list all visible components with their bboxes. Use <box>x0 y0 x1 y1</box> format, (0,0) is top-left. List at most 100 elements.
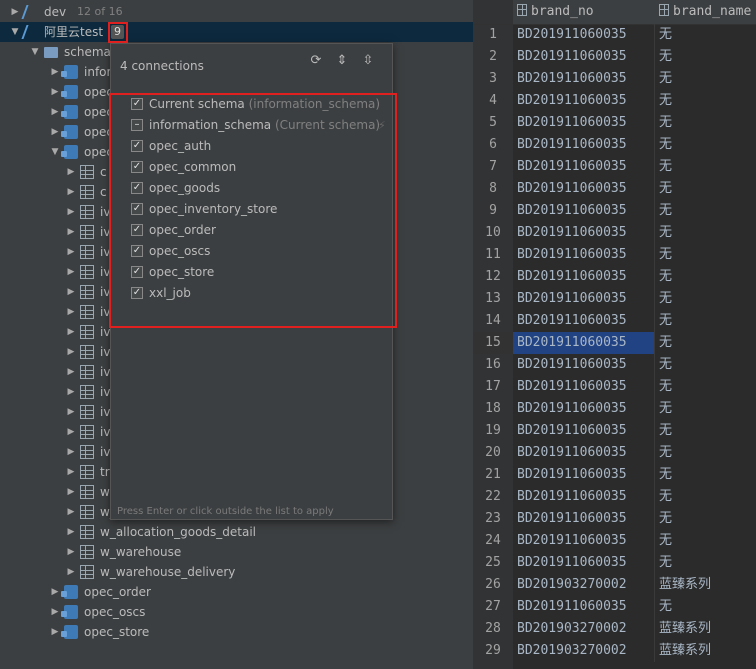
table-cell-brand-name[interactable]: 无 <box>655 266 756 288</box>
row-number[interactable]: 22 <box>473 486 513 508</box>
table-cell-brand-name[interactable]: 无 <box>655 354 756 376</box>
table-cell-brand-no[interactable]: BD201911060035 <box>513 508 655 530</box>
row-number[interactable]: 17 <box>473 376 513 398</box>
table-cell-brand-name[interactable]: 无 <box>655 200 756 222</box>
table-cell-brand-no[interactable]: BD201911060035 <box>513 398 655 420</box>
tree-item-aliyun-test[interactable]: ▼ 阿里云test 9 <box>0 22 473 42</box>
table-cell-brand-no[interactable]: BD201911060035 <box>513 24 655 46</box>
row-number[interactable]: 6 <box>473 134 513 156</box>
row-number[interactable]: 14 <box>473 310 513 332</box>
table-cell-brand-name[interactable]: 无 <box>655 420 756 442</box>
tree-item-schema[interactable]: ▶ opec_oscs <box>0 602 473 622</box>
table-cell-brand-name[interactable]: 无 <box>655 222 756 244</box>
table-cell-brand-name[interactable]: 无 <box>655 90 756 112</box>
row-number[interactable]: 27 <box>473 596 513 618</box>
row-number[interactable]: 13 <box>473 288 513 310</box>
table-cell-brand-no[interactable]: BD201911060035 <box>513 288 655 310</box>
row-number[interactable]: 20 <box>473 442 513 464</box>
row-number[interactable]: 15 <box>473 332 513 354</box>
expand-all-icon[interactable]: ⇕ <box>334 53 350 69</box>
table-cell-brand-no[interactable]: BD201911060035 <box>513 200 655 222</box>
chevron-right-icon[interactable]: ▶ <box>66 482 76 502</box>
table-cell-brand-name[interactable]: 无 <box>655 310 756 332</box>
chevron-right-icon[interactable]: ▶ <box>66 162 76 182</box>
row-number[interactable]: 24 <box>473 530 513 552</box>
table-cell-brand-name[interactable]: 无 <box>655 68 756 90</box>
chevron-right-icon[interactable]: ▶ <box>66 202 76 222</box>
tree-item-schema[interactable]: ▶ opec_order <box>0 582 473 602</box>
table-cell-brand-no[interactable]: BD201903270002 <box>513 618 655 640</box>
row-number[interactable]: 25 <box>473 552 513 574</box>
table-cell-brand-name[interactable]: 无 <box>655 596 756 618</box>
chevron-right-icon[interactable]: ▶ <box>66 402 76 422</box>
chevron-right-icon[interactable]: ▶ <box>66 542 76 562</box>
chevron-right-icon[interactable]: ▶ <box>66 262 76 282</box>
row-number[interactable]: 28 <box>473 618 513 640</box>
row-number[interactable]: 9 <box>473 200 513 222</box>
chevron-right-icon[interactable]: ▶ <box>66 442 76 462</box>
table-cell-brand-no[interactable]: BD201911060035 <box>513 332 655 354</box>
row-number[interactable]: 10 <box>473 222 513 244</box>
table-cell-brand-name[interactable]: 无 <box>655 486 756 508</box>
table-cell-brand-no[interactable]: BD201903270002 <box>513 574 655 596</box>
chevron-right-icon[interactable]: ▶ <box>50 102 60 122</box>
table-cell-brand-no[interactable]: BD201911060035 <box>513 530 655 552</box>
row-number[interactable]: 21 <box>473 464 513 486</box>
chevron-right-icon[interactable]: ▶ <box>66 562 76 582</box>
row-number[interactable]: 23 <box>473 508 513 530</box>
chevron-right-icon[interactable]: ▶ <box>66 362 76 382</box>
tree-item-table[interactable]: ▶ w_warehouse <box>0 542 473 562</box>
chevron-right-icon[interactable]: ▶ <box>66 522 76 542</box>
row-number[interactable]: 5 <box>473 112 513 134</box>
table-cell-brand-no[interactable]: BD201911060035 <box>513 244 655 266</box>
table-cell-brand-no[interactable]: BD201911060035 <box>513 134 655 156</box>
chevron-right-icon[interactable]: ▶ <box>66 342 76 362</box>
table-cell-brand-no[interactable]: BD201903270002 <box>513 640 655 662</box>
chevron-right-icon[interactable]: ▶ <box>50 602 60 622</box>
tree-item-table[interactable]: ▶ w_warehouse_delivery <box>0 562 473 582</box>
chevron-right-icon[interactable]: ▶ <box>50 622 60 642</box>
row-number[interactable]: 11 <box>473 244 513 266</box>
table-cell-brand-no[interactable]: BD201911060035 <box>513 552 655 574</box>
table-cell-brand-no[interactable]: BD201911060035 <box>513 486 655 508</box>
chevron-right-icon[interactable]: ▶ <box>10 2 20 22</box>
table-cell-brand-name[interactable]: 无 <box>655 376 756 398</box>
table-cell-brand-no[interactable]: BD201911060035 <box>513 68 655 90</box>
row-number[interactable]: 3 <box>473 68 513 90</box>
chevron-right-icon[interactable]: ▶ <box>66 242 76 262</box>
table-cell-brand-name[interactable]: 无 <box>655 398 756 420</box>
table-cell-brand-no[interactable]: BD201911060035 <box>513 90 655 112</box>
column-header-brand-no[interactable]: brand_no <box>513 0 655 25</box>
table-cell-brand-no[interactable]: BD201911060035 <box>513 266 655 288</box>
row-number[interactable]: 29 <box>473 640 513 662</box>
table-cell-brand-no[interactable]: BD201911060035 <box>513 420 655 442</box>
chevron-right-icon[interactable]: ▶ <box>66 502 76 522</box>
table-cell-brand-name[interactable]: 无 <box>655 530 756 552</box>
chevron-right-icon[interactable]: ▶ <box>50 62 60 82</box>
chevron-right-icon[interactable]: ▶ <box>66 422 76 442</box>
chevron-right-icon[interactable]: ▶ <box>66 382 76 402</box>
table-cell-brand-no[interactable]: BD201911060035 <box>513 310 655 332</box>
chevron-right-icon[interactable]: ▶ <box>50 82 60 102</box>
table-cell-brand-no[interactable]: BD201911060035 <box>513 354 655 376</box>
table-cell-brand-name[interactable]: 蓝臻系列 <box>655 618 756 640</box>
chevron-right-icon[interactable]: ▶ <box>66 222 76 242</box>
table-cell-brand-name[interactable]: 无 <box>655 288 756 310</box>
table-cell-brand-name[interactable]: 无 <box>655 46 756 68</box>
table-cell-brand-name[interactable]: 无 <box>655 134 756 156</box>
table-cell-brand-name[interactable]: 无 <box>655 442 756 464</box>
chevron-right-icon[interactable]: ▶ <box>66 322 76 342</box>
row-number[interactable]: 12 <box>473 266 513 288</box>
row-number[interactable]: 16 <box>473 354 513 376</box>
table-cell-brand-name[interactable]: 蓝臻系列 <box>655 640 756 662</box>
chevron-right-icon[interactable]: ▶ <box>66 462 76 482</box>
table-cell-brand-no[interactable]: BD201911060035 <box>513 178 655 200</box>
row-number[interactable]: 19 <box>473 420 513 442</box>
table-cell-brand-no[interactable]: BD201911060035 <box>513 464 655 486</box>
row-number[interactable]: 2 <box>473 46 513 68</box>
row-number[interactable]: 1 <box>473 24 513 46</box>
row-number[interactable]: 7 <box>473 156 513 178</box>
row-number[interactable]: 26 <box>473 574 513 596</box>
table-cell-brand-name[interactable]: 无 <box>655 24 756 46</box>
table-cell-brand-no[interactable]: BD201911060035 <box>513 376 655 398</box>
